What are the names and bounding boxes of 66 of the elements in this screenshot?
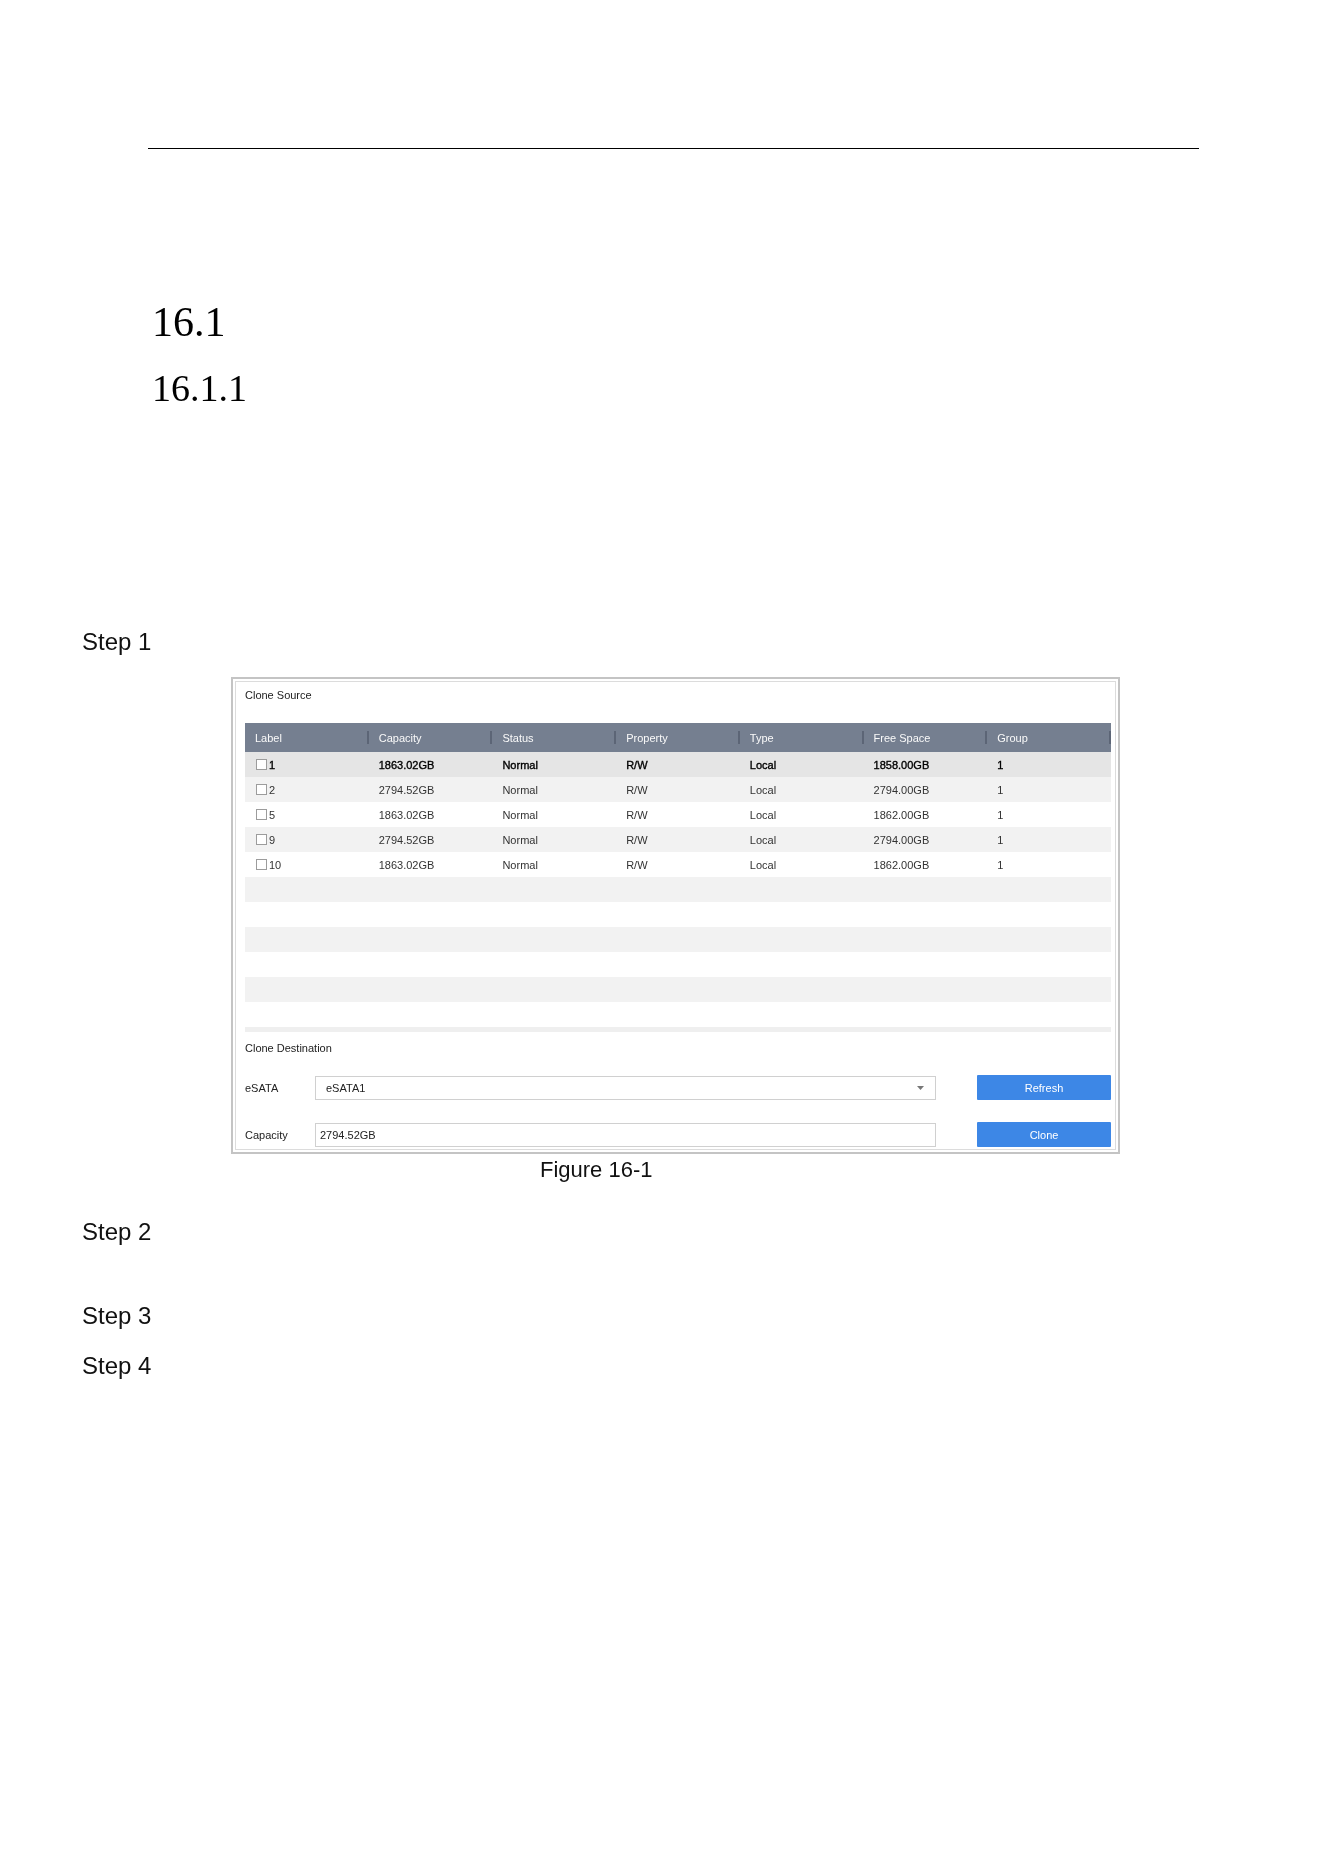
table-cell: 1862.00GB	[873, 808, 930, 821]
table-row[interactable]: 2 2794.52GB Normal R/W Local 2794.00GB 1	[245, 777, 1111, 802]
panel-title: Clone Source	[245, 688, 312, 702]
table-cell: R/W	[626, 808, 648, 821]
step-label: Step 3	[82, 1304, 152, 1328]
table-cell: Local	[749, 858, 777, 871]
subsection-heading: 16.1.1	[152, 369, 247, 407]
table-cell: 2794.52GB	[378, 833, 435, 846]
table-cell: 1	[997, 833, 1004, 846]
table-cell: R/W	[626, 783, 648, 796]
action-button[interactable]: Clone	[977, 1122, 1111, 1147]
checkbox[interactable]	[256, 784, 267, 795]
table-cell: R/W	[626, 758, 648, 771]
step-label: Step 1	[82, 630, 152, 654]
table-cell: Normal	[502, 758, 538, 771]
caret-icon	[917, 1085, 924, 1090]
step-label: Step 2	[82, 1220, 152, 1244]
table-cell: 2794.00GB	[873, 833, 930, 846]
table-cell: 1	[997, 783, 1004, 796]
table-cell: 1	[997, 858, 1004, 871]
checkbox[interactable]	[256, 859, 267, 870]
input-field[interactable]: 2794.52GB	[315, 1122, 936, 1147]
table-cell: 1863.02GB	[378, 758, 435, 771]
checkbox[interactable]	[256, 809, 267, 820]
column-header: Type	[739, 723, 864, 752]
table-cell: Local	[749, 833, 777, 846]
column-header: Group	[987, 723, 1111, 752]
table-cell: Normal	[502, 808, 538, 821]
table-cell: 2	[269, 783, 276, 796]
table-row[interactable]: 1 1863.02GB Normal R/W Local 1858.00GB 1	[245, 752, 1111, 777]
table-cell: Local	[749, 808, 777, 821]
table-cell: R/W	[626, 858, 648, 871]
column-header: Status	[492, 723, 617, 752]
field-label: Capacity	[245, 1128, 288, 1141]
step-label: Step 4	[82, 1354, 152, 1378]
table-cell: 1863.02GB	[378, 858, 435, 871]
table-cell: Normal	[502, 858, 538, 871]
table-cell: 1	[269, 758, 276, 771]
action-button[interactable]: Refresh	[977, 1075, 1111, 1100]
field-label: eSATA	[245, 1081, 279, 1094]
section-heading: 16.1	[152, 301, 226, 343]
column-header: Property	[616, 723, 740, 752]
table-cell: 5	[269, 808, 276, 821]
table-cell: 2794.00GB	[873, 783, 930, 796]
table-cell: 9	[269, 833, 276, 846]
table-cell: Local	[749, 758, 777, 771]
table-cell: 10	[269, 858, 282, 871]
table-cell: 1863.02GB	[378, 808, 435, 821]
table-cell: Local	[749, 783, 777, 796]
table-cell: Normal	[502, 783, 538, 796]
table-cell: 1862.00GB	[873, 858, 930, 871]
table-cell: R/W	[626, 833, 648, 846]
panel-title: Clone Destination	[245, 1041, 332, 1055]
table-cell: 1858.00GB	[873, 758, 930, 771]
column-header: Free Space	[863, 723, 988, 752]
column-header: Capacity	[368, 723, 493, 752]
checkbox[interactable]	[256, 834, 267, 845]
column-header: Label	[245, 723, 369, 752]
dropdown-field[interactable]: eSATA1	[315, 1075, 936, 1100]
figure-caption: Figure 16-1	[540, 1159, 653, 1181]
table-cell: 2794.52GB	[378, 783, 435, 796]
checkbox[interactable]	[256, 759, 267, 770]
table-cell: 1	[997, 758, 1004, 771]
table-cell: 1	[997, 808, 1004, 821]
table-cell: Normal	[502, 833, 538, 846]
table-row[interactable]: 9 2794.52GB Normal R/W Local 2794.00GB 1	[245, 827, 1111, 852]
